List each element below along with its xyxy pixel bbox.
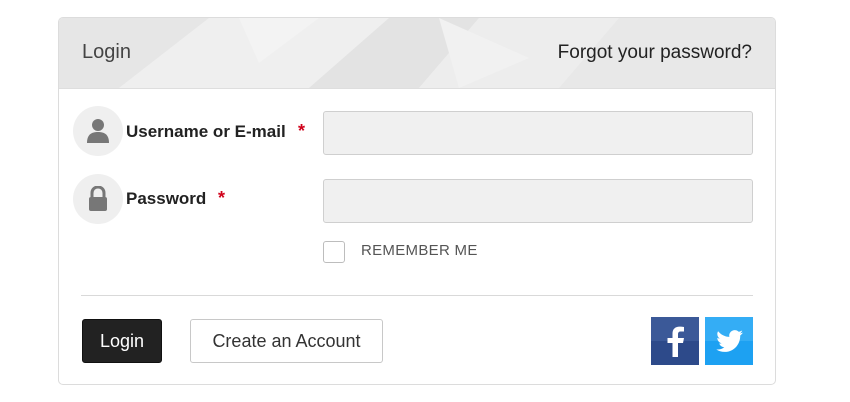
facebook-icon — [651, 317, 699, 365]
facebook-button[interactable] — [651, 317, 699, 365]
username-label: Username or E-mail — [126, 122, 286, 141]
card-header: Login Forgot your password? — [59, 18, 775, 89]
remember-me-checkbox[interactable] — [323, 241, 345, 263]
password-label: Password — [126, 189, 207, 208]
divider — [81, 295, 753, 296]
username-required-mark: * — [298, 121, 306, 141]
username-input[interactable] — [323, 111, 753, 155]
password-required-mark: * — [218, 188, 226, 208]
remember-me-label: REMEMBER ME — [361, 242, 478, 259]
user-icon — [73, 106, 123, 156]
forgot-password-link[interactable]: Forgot your password? — [558, 42, 752, 64]
lock-icon — [73, 174, 123, 224]
page-title: Login — [82, 41, 131, 63]
twitter-button[interactable] — [705, 317, 753, 365]
login-button[interactable]: Login — [82, 319, 162, 363]
twitter-icon — [705, 317, 753, 365]
create-account-button[interactable]: Create an Account — [190, 319, 383, 363]
password-input[interactable] — [323, 179, 753, 223]
login-card: Login Forgot your password? Username or … — [58, 17, 776, 385]
